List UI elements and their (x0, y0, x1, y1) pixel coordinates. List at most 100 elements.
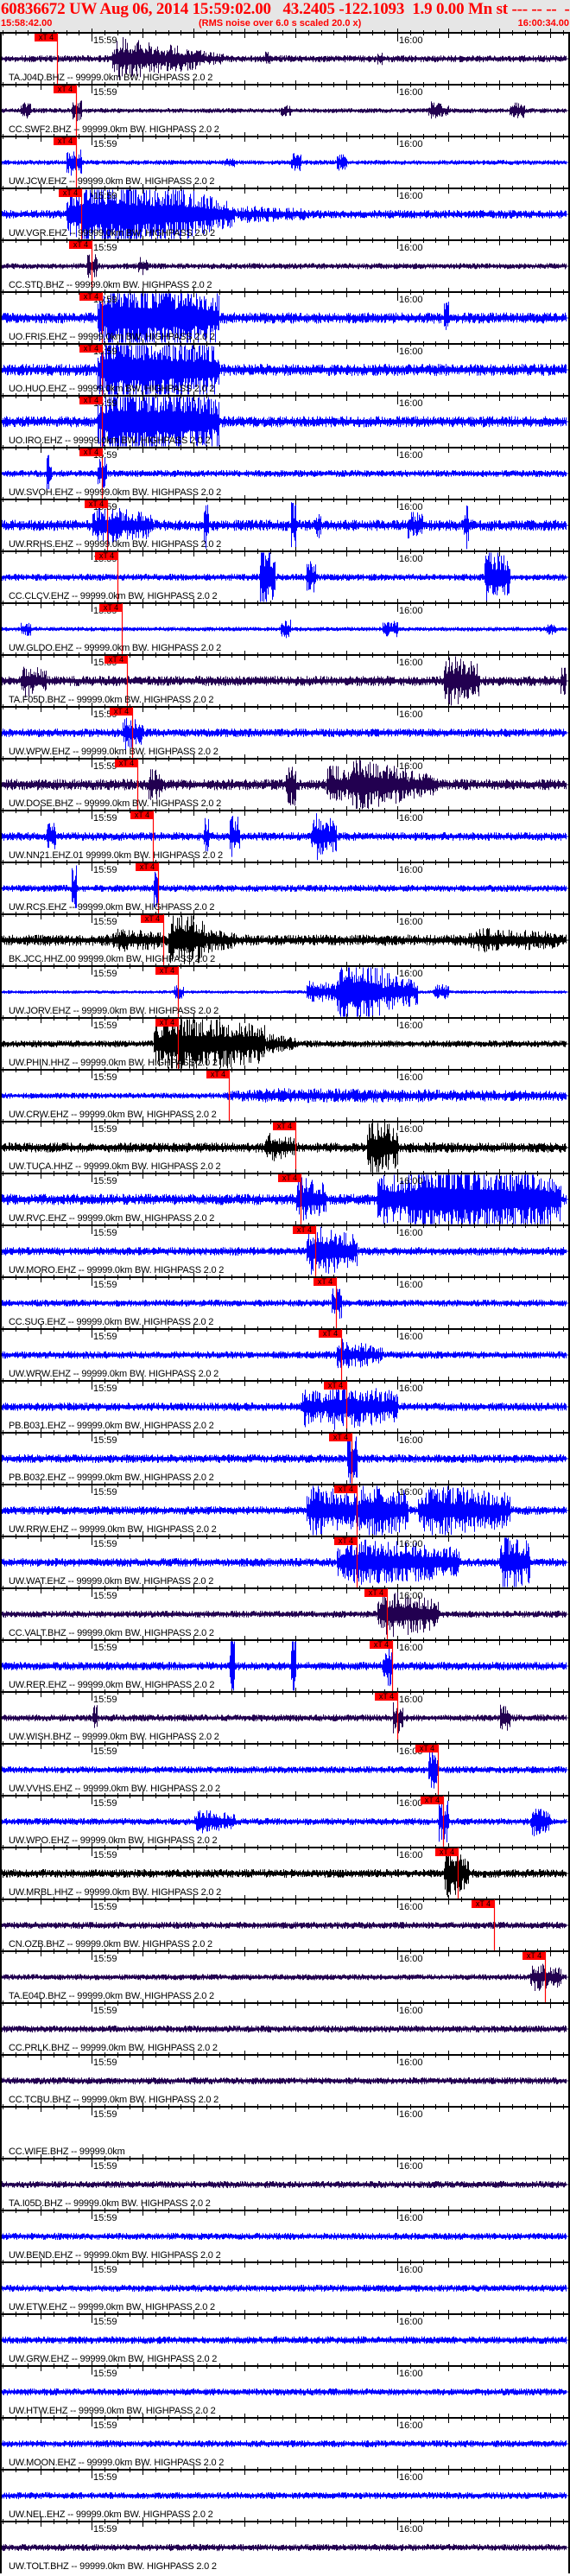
time-tick-label: 15:59 (93, 813, 117, 824)
trace-panel: 15:59 16:00 xT 4 UW.WAT.EHZ -- 99999.0km BW… (0, 1532, 570, 1588)
pick-marker[interactable]: xT 4 (95, 552, 118, 560)
pick-marker[interactable]: xT 4 (415, 1745, 439, 1752)
pick-marker[interactable]: xT 4 (421, 1797, 444, 1804)
trace-panel: 15:59 16:00 xT 4 UW.DOSE.BHZ -- 99999.0km B… (0, 754, 570, 811)
waveform-trace (2, 1339, 568, 1369)
time-axis-ticks (3, 1636, 564, 1649)
trace-panel: 15:59 16:00 xT 4 UW.MORO.EHZ -- 99999.0km B… (0, 1221, 570, 1277)
waveform-trace (2, 2491, 568, 2500)
time-tick-label: 16:00 (399, 1643, 423, 1653)
pick-marker[interactable]: xT 4 (69, 241, 92, 249)
time-tick-label: 16:00 (399, 2161, 423, 2172)
time-tick-label: 15:59 (93, 87, 117, 98)
time-axis-ticks (3, 29, 564, 41)
pick-marker[interactable]: xT 4 (293, 1226, 316, 1234)
pick-marker[interactable]: xT 4 (522, 1952, 546, 1960)
pick-marker[interactable]: xT 4 (155, 967, 179, 975)
pick-marker[interactable]: xT 4 (324, 1382, 347, 1390)
pick-marker[interactable]: xT 4 (99, 604, 123, 612)
pick-marker[interactable]: xT 4 (155, 1019, 179, 1027)
pick-marker[interactable]: xT 4 (110, 708, 133, 716)
pick-marker[interactable]: xT 4 (35, 34, 58, 41)
time-axis-ticks (3, 910, 564, 923)
time-tick-label: 16:00 (399, 2006, 423, 2016)
time-tick-label: 15:59 (93, 1850, 117, 1860)
time-tick-label: 16:00 (399, 761, 423, 772)
pick-marker[interactable]: xT 4 (334, 1485, 358, 1493)
pick-marker[interactable]: xT 4 (79, 448, 103, 456)
pick-marker[interactable]: xT 4 (130, 811, 154, 819)
trace-panel: 15:59 16:00 xT 4 UW.JORV.EHZ -- 99999.0km B… (0, 962, 570, 1018)
waveform-trace (2, 100, 568, 122)
waveform-trace (2, 2543, 568, 2552)
trace-panel: 15:59 16:00 xT 4 UO.FRIS.EHZ -- 99999.0km B… (0, 288, 570, 344)
time-axis-ticks (3, 1325, 564, 1338)
pick-marker[interactable]: xT 4 (54, 137, 77, 145)
pick-marker[interactable]: xT 4 (104, 656, 128, 664)
time-tick-label: 16:00 (399, 2265, 423, 2275)
pick-marker[interactable]: xT 4 (79, 397, 103, 404)
trace-panel: 15:59 16:00 UW.GRW.EHZ -- 99999.0km BW. HI… (0, 2310, 570, 2366)
trace-panel: 15:59 16:00 UW.ETW.EHZ -- 99999.0km BW. HI… (0, 2258, 570, 2314)
waveform-trace (2, 149, 568, 176)
pick-marker[interactable]: xT 4 (278, 1174, 301, 1182)
time-tick-label: 16:00 (399, 1695, 423, 1705)
time-axis-ticks (3, 651, 564, 664)
time-tick-label: 15:59 (93, 1176, 117, 1186)
waveform-trace (2, 1702, 568, 1733)
station-channel-label: UW.TOLT.BHZ -- 99999.0km BW. HIGHPASS 2.… (9, 2561, 217, 2572)
trace-panel: 15:59 16:00 CC.WIFE.BHZ -- 99999.0km (0, 2102, 570, 2159)
time-axis-ticks (3, 1740, 564, 1752)
pick-marker[interactable]: xT 4 (79, 345, 103, 353)
pick-marker[interactable]: xT 4 (375, 1693, 398, 1701)
time-tick-label: 16:00 (399, 1487, 423, 1498)
time-tick-label: 15:59 (93, 1643, 117, 1653)
time-tick-label: 16:00 (399, 1383, 423, 1394)
trace-panel: 15:59 16:00 xT 4 UO.IRO.EHZ -- 99999.0km BW… (0, 391, 570, 448)
window-end-time: 16:00:34.00 (517, 18, 569, 29)
trace-panel: 15:59 16:00 UW.MOON.EHZ -- 99999.0km BW. H… (0, 2414, 570, 2470)
pick-marker[interactable]: xT 4 (435, 1848, 459, 1856)
pick-marker[interactable]: xT 4 (85, 500, 108, 508)
pick-marker[interactable]: xT 4 (59, 189, 82, 197)
pick-marker[interactable]: xT 4 (136, 863, 159, 871)
time-axis-ticks (3, 2154, 564, 2167)
trace-panel: 15:59 16:00 xT 4 CC.VALT.BHZ -- 99999.0km B… (0, 1584, 570, 1640)
time-tick-label: 16:00 (399, 1072, 423, 1083)
waveform-trace (2, 717, 568, 751)
trace-panel: 15:59 16:00 xT 4 CC.SWF2.BHZ -- 99999.0km B… (0, 80, 570, 137)
pick-marker[interactable]: xT 4 (79, 293, 103, 301)
pick-marker[interactable]: xT 4 (206, 1071, 230, 1078)
time-tick-label: 16:00 (399, 398, 423, 409)
time-tick-label: 16:00 (399, 2058, 423, 2068)
time-tick-label: 15:59 (93, 2213, 117, 2223)
pick-marker[interactable]: xT 4 (115, 760, 138, 767)
trace-panel: 15:59 16:00 xT 4 UW.WPO.EHZ -- 99999.0km BW… (0, 1791, 570, 1848)
pick-marker[interactable]: xT 4 (54, 86, 77, 93)
time-tick-label: 15:59 (93, 1435, 117, 1446)
time-tick-label: 16:00 (399, 2472, 423, 2483)
trace-panel: 15:59 16:00 UW.BEND.EHZ -- 99999.0km BW. H… (0, 2206, 570, 2262)
pick-marker[interactable]: xT 4 (334, 1537, 358, 1545)
waveform-trace (2, 2439, 568, 2448)
time-tick-label: 16:00 (399, 709, 423, 720)
pick-marker[interactable]: xT 4 (472, 1900, 495, 1908)
pick-marker[interactable]: xT 4 (329, 1434, 352, 1441)
time-tick-label: 16:00 (399, 1435, 423, 1446)
time-tick-label: 16:00 (399, 2369, 423, 2379)
time-tick-label: 15:59 (93, 2006, 117, 2016)
pick-marker[interactable]: xT 4 (364, 1589, 388, 1597)
time-tick-label: 16:00 (399, 191, 423, 201)
pick-marker[interactable]: xT 4 (273, 1123, 296, 1130)
time-tick-label: 15:59 (93, 2317, 117, 2327)
trace-panel: 15:59 16:00 xT 4 CC.SUG.EHZ -- 99999.0km BW… (0, 1273, 570, 1329)
trace-panel: 15:5916:00xT 4TA.F05D.BHZ -- 99999.0km B… (0, 651, 570, 707)
time-tick-label: 16:00 (399, 35, 423, 46)
time-tick-label: 15:59 (93, 2161, 117, 2172)
pick-marker[interactable]: xT 4 (314, 1278, 337, 1286)
pick-marker[interactable]: xT 4 (141, 915, 164, 923)
time-tick-label: 16:00 (399, 347, 423, 357)
noise-scaling-note: (RMS noise over 6.0 s scaled 20.0 x) (199, 18, 362, 29)
pick-marker[interactable]: xT 4 (370, 1641, 393, 1649)
pick-marker[interactable]: xT 4 (319, 1330, 342, 1338)
